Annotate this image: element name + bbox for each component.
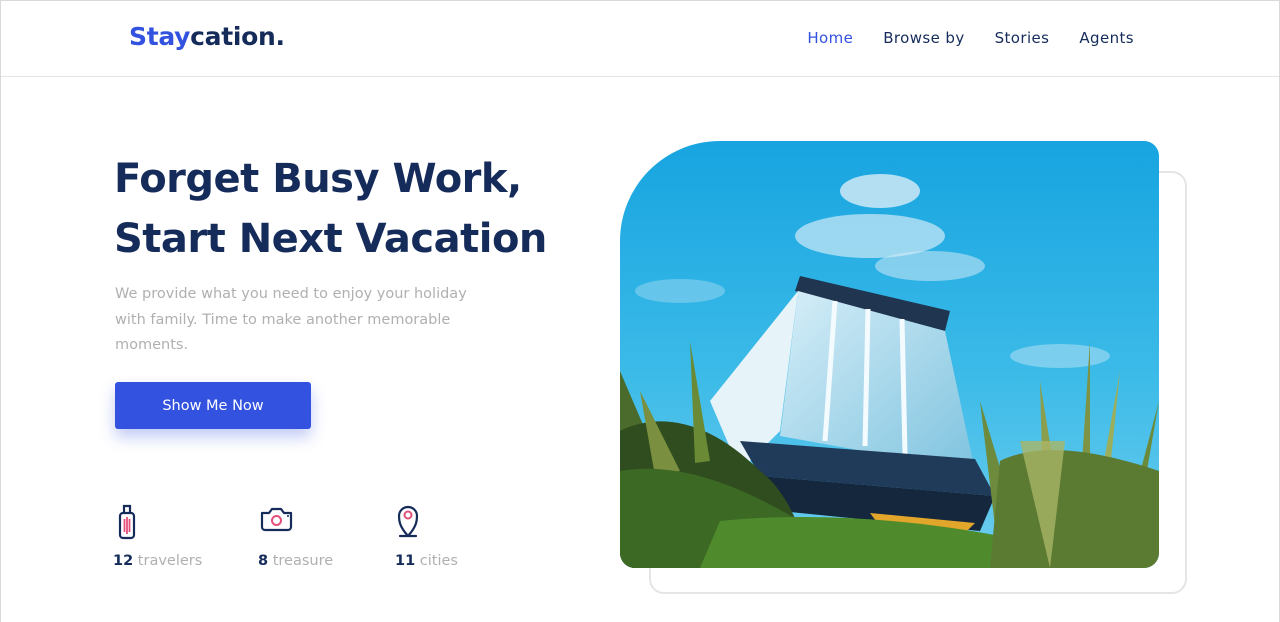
nav-link-home[interactable]: Home	[807, 29, 853, 47]
brand-logo-part2: cation.	[190, 22, 285, 51]
brand-logo-part1: Stay	[129, 22, 191, 51]
page: Staycation. Home Browse by Stories Agent…	[0, 0, 1280, 622]
nav-link-stories[interactable]: Stories	[995, 29, 1050, 47]
stat-travelers-text: 12 travelers	[113, 553, 202, 569]
stat-label: treasure	[272, 553, 334, 569]
stat-treasure-text: 8 treasure	[258, 553, 333, 569]
nav-link-agents[interactable]: Agents	[1079, 29, 1134, 47]
show-me-now-button[interactable]: Show Me Now	[115, 382, 311, 429]
hero-description: We provide what you need to enjoy your h…	[115, 286, 467, 353]
stat-label: cities	[419, 553, 458, 569]
stat-travelers: 12 travelers	[113, 501, 202, 569]
stat-cities: 11 cities	[395, 501, 458, 569]
brand-logo[interactable]: Staycation.	[129, 22, 285, 51]
stat-label: travelers	[137, 553, 203, 569]
map-pin-icon	[397, 505, 419, 538]
nav-link-browse-by[interactable]: Browse by	[883, 29, 964, 47]
hero-title: Forget Busy Work, Start Next Vacation	[114, 149, 584, 269]
hero-title-line1: Forget Busy Work,	[114, 156, 522, 202]
hero-title-line2: Start Next Vacation	[114, 216, 547, 262]
stat-cities-text: 11 cities	[395, 553, 458, 569]
hero-image	[620, 141, 1159, 568]
stat-number: 12	[113, 553, 134, 569]
camera-icon	[260, 507, 293, 532]
stat-treasure: 8 treasure	[258, 501, 333, 569]
luggage-icon	[118, 504, 136, 540]
main-nav: Home Browse by Stories Agents	[807, 29, 1134, 47]
stat-number: 11	[395, 553, 416, 569]
stat-number: 8	[258, 553, 269, 569]
site-header: Staycation. Home Browse by Stories Agent…	[1, 1, 1279, 77]
